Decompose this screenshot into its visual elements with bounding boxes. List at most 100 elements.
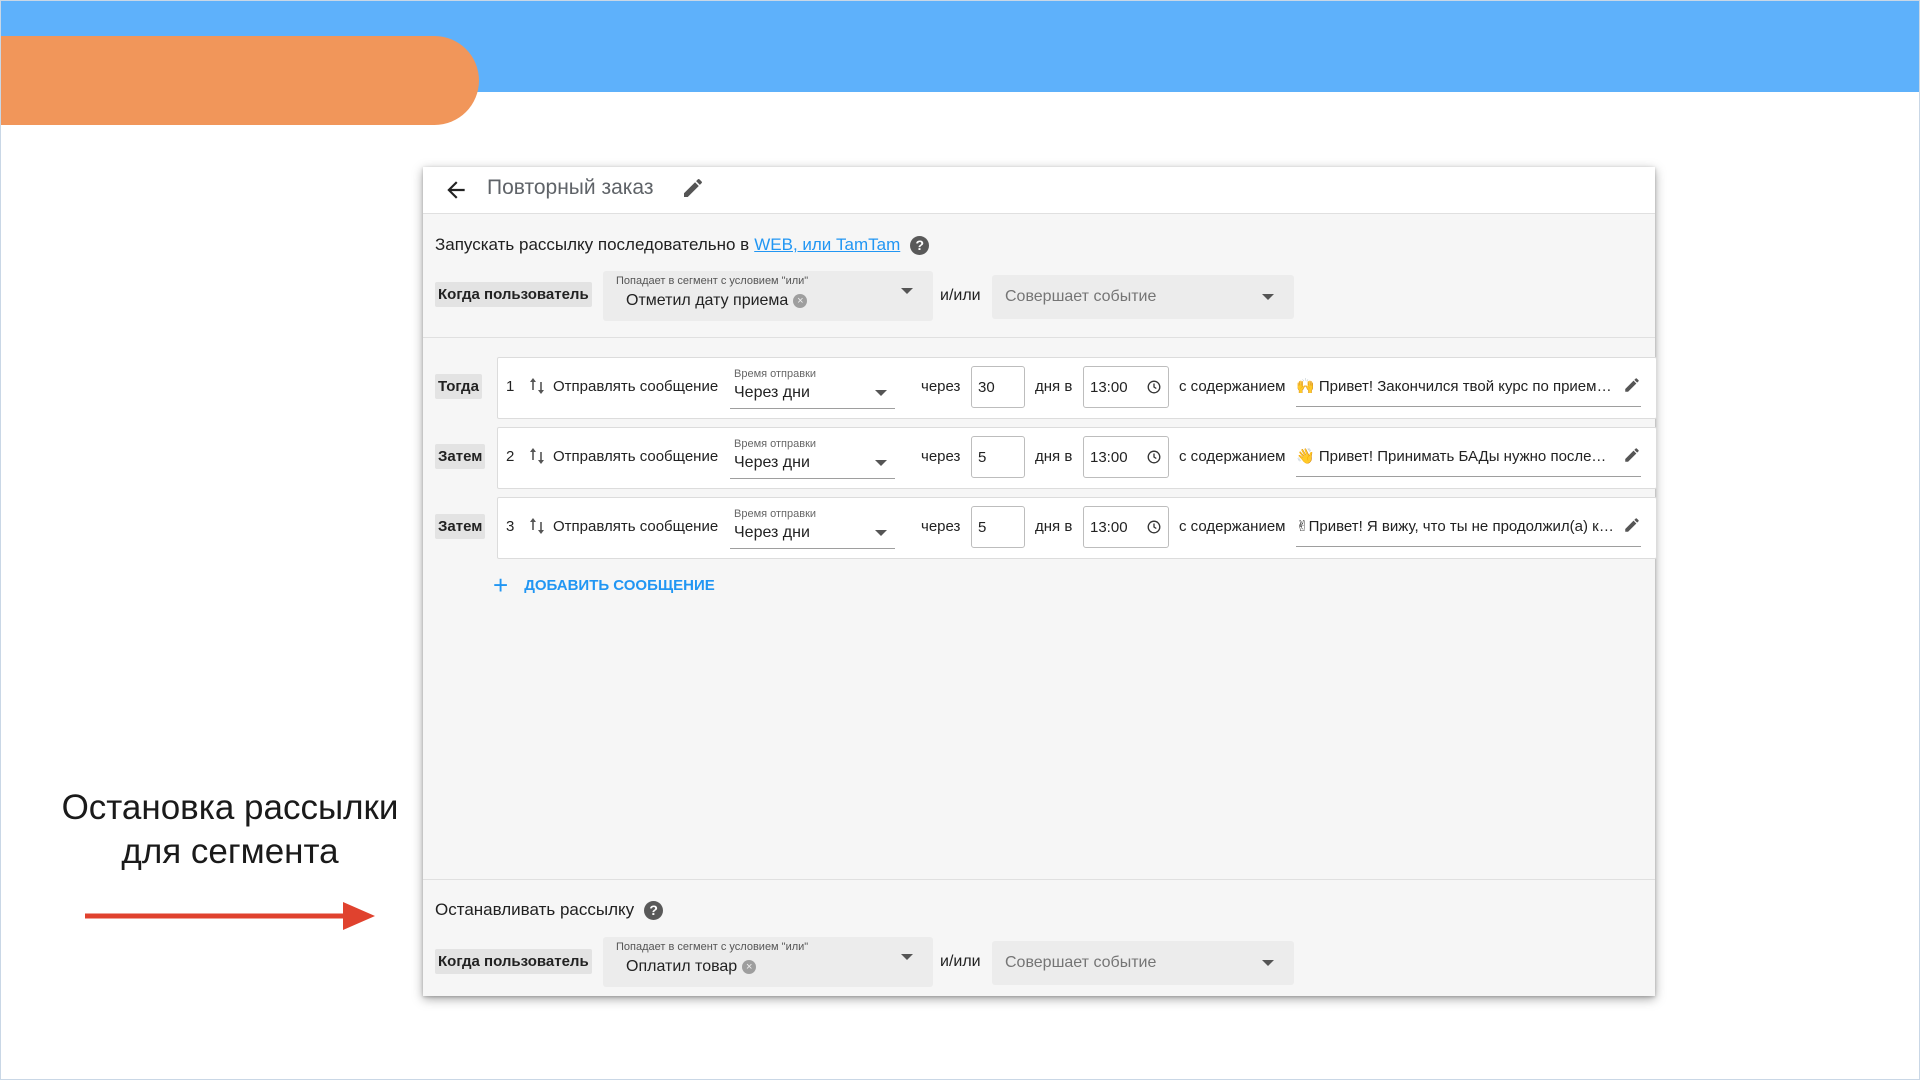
message-text: 🙌 Привет! Закончился твой курс по приему… (1296, 378, 1614, 395)
time-value: 13:00 (1090, 379, 1128, 396)
send-time-select[interactable]: Время отправки Через дни (730, 508, 895, 549)
days-input[interactable]: 5 (971, 506, 1025, 548)
edit-message-icon[interactable] (1623, 516, 1641, 534)
segment-select[interactable]: Попадает в сегмент с условием "или" Отме… (603, 271, 933, 321)
clock-icon (1147, 450, 1161, 464)
days-at-label: дня в (1035, 378, 1073, 395)
send-time-select[interactable]: Время отправки Через дни (730, 438, 895, 479)
edit-title-icon[interactable] (681, 176, 705, 200)
message-content-field[interactable]: 👋 Привет! Принимать БАДы нужно последова… (1296, 440, 1641, 477)
when-user-label: Когда пользователь (435, 282, 592, 307)
after-label: через (921, 448, 961, 465)
segment-chip-text: Отметил дату приема (626, 292, 789, 309)
content-label: с содержанием (1179, 448, 1286, 465)
message-text: 👋 Привет! Принимать БАДы нужно последова… (1296, 448, 1614, 465)
send-time-label: Время отправки (734, 438, 817, 450)
when-user-label: Когда пользователь (435, 949, 592, 974)
chevron-down-icon (875, 460, 887, 466)
orange-pill-decoration (0, 36, 479, 125)
segment-chip-text: Оплатил товар (626, 958, 738, 975)
send-time-label: Время отправки (734, 508, 817, 520)
step-number: 3 (506, 518, 515, 535)
arrow-right-icon (85, 902, 375, 930)
time-input[interactable]: 13:00 (1083, 506, 1169, 548)
clock-icon (1147, 520, 1161, 534)
channels-link[interactable]: WEB, или TamTam (754, 235, 900, 255)
step-action: Отправлять сообщение (553, 518, 719, 535)
time-value: 13:00 (1090, 519, 1128, 536)
step-label-next: Затем (435, 514, 486, 539)
reorder-icon[interactable] (529, 446, 545, 466)
caption-line-1: Остановка рассылки (61, 788, 399, 827)
send-time-value: Через дни (734, 384, 810, 401)
content-label: с содержанием (1179, 378, 1286, 395)
and-or-label: и/или (940, 287, 981, 304)
step-number: 2 (506, 448, 515, 465)
step-action: Отправлять сообщение (553, 448, 719, 465)
plus-icon: + (493, 570, 509, 600)
stop-section-title: Останавливать рассылку ? (435, 900, 664, 920)
send-time-select[interactable]: Время отправки Через дни (730, 368, 895, 409)
after-label: через (921, 378, 961, 395)
time-input[interactable]: 13:00 (1083, 436, 1169, 478)
chip-remove-icon[interactable]: × (742, 960, 757, 974)
days-at-label: дня в (1035, 518, 1073, 535)
message-content-field[interactable]: 🙌 Привет! Закончился твой курс по приему… (1296, 370, 1641, 407)
campaign-panel: Повторный заказ Запускать рассылку после… (423, 167, 1657, 996)
send-time-value: Через дни (734, 454, 810, 471)
message-step-2: 2 Отправлять сообщение Время отправки Че… (497, 427, 1657, 489)
help-icon[interactable]: ? (644, 900, 664, 920)
reorder-icon[interactable] (529, 516, 545, 536)
chevron-down-icon (1262, 960, 1274, 966)
add-message-label: ДОБАВИТЬ СООБЩЕНИЕ (524, 576, 715, 594)
help-icon[interactable]: ? (910, 235, 930, 255)
chevron-down-icon (875, 530, 887, 536)
content-label: с содержанием (1179, 518, 1286, 535)
event-select-placeholder: Совершает событие (1005, 288, 1157, 305)
arrow-back-icon[interactable] (443, 177, 469, 203)
message-step-3: 3 Отправлять сообщение Время отправки Че… (497, 497, 1657, 559)
chevron-down-icon (901, 954, 913, 960)
days-at-label: дня в (1035, 448, 1073, 465)
event-select-placeholder: Совершает событие (1005, 954, 1157, 971)
divider (423, 337, 1655, 338)
edit-message-icon[interactable] (1623, 376, 1641, 394)
edit-message-icon[interactable] (1623, 446, 1641, 464)
message-content-field[interactable]: ✌Привет! Я вижу, что ты не продолжил(а) … (1296, 510, 1641, 547)
page-title: Повторный заказ (487, 176, 654, 199)
time-input[interactable]: 13:00 (1083, 366, 1169, 408)
launch-text: Запускать рассылку последовательно в (435, 235, 750, 254)
chip-remove-icon[interactable]: × (793, 294, 808, 308)
message-step-1: 1 Отправлять сообщение Время отправки Че… (497, 357, 1657, 419)
panel-header: Повторный заказ (423, 167, 1655, 214)
days-input[interactable]: 5 (971, 436, 1025, 478)
segment-select-label: Попадает в сегмент с условием "или" (616, 941, 809, 953)
add-message-button[interactable]: + ДОБАВИТЬ СООБЩЕНИЕ (493, 570, 715, 600)
slide-caption: Остановка рассылки для сегмента (40, 786, 420, 874)
chevron-down-icon (901, 288, 913, 294)
message-text: ✌Привет! Я вижу, что ты не продолжил(а) … (1296, 518, 1614, 535)
chevron-down-icon (875, 390, 887, 396)
step-label-then: Тогда (435, 374, 482, 399)
clock-icon (1147, 380, 1161, 394)
stop-title: Останавливать рассылку (435, 900, 635, 919)
days-input[interactable]: 30 (971, 366, 1025, 408)
segment-select-label: Попадает в сегмент с условием "или" (616, 275, 809, 287)
step-action: Отправлять сообщение (553, 378, 719, 395)
caption-line-2: для сегмента (121, 832, 339, 871)
send-time-label: Время отправки (734, 368, 817, 380)
reorder-icon[interactable] (529, 376, 545, 396)
event-select[interactable]: Совершает событие (992, 275, 1294, 319)
launch-row: Запускать рассылку последовательно в WEB… (435, 235, 930, 255)
step-number: 1 (506, 378, 515, 395)
and-or-label: и/или (940, 953, 981, 970)
stop-event-select[interactable]: Совершает событие (992, 941, 1294, 985)
step-label-next: Затем (435, 444, 486, 469)
chevron-down-icon (1262, 294, 1274, 300)
after-label: через (921, 518, 961, 535)
time-value: 13:00 (1090, 449, 1128, 466)
divider (423, 879, 1655, 880)
send-time-value: Через дни (734, 524, 810, 541)
segment-chip: Отметил дату приема × (626, 292, 808, 310)
stop-segment-select[interactable]: Попадает в сегмент с условием "или" Опла… (603, 937, 933, 987)
